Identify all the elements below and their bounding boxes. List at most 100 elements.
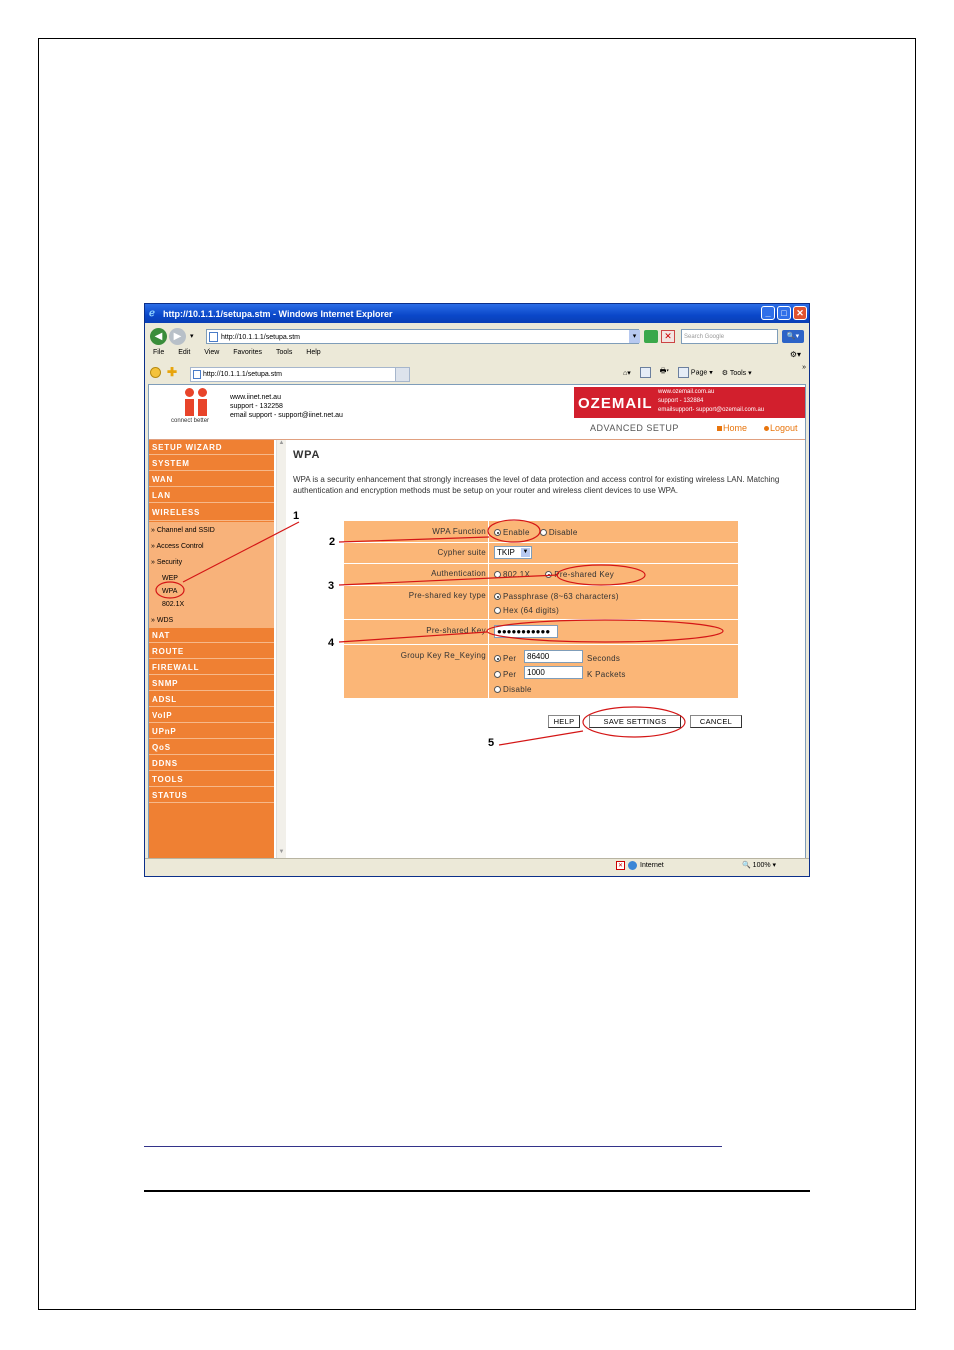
- zoom-control[interactable]: 🔍 100% ▾: [742, 861, 776, 869]
- search-input[interactable]: Search Google: [681, 329, 778, 344]
- footer-rule: [144, 1190, 810, 1192]
- menu-file[interactable]: File: [153, 349, 164, 356]
- menu-view[interactable]: View: [204, 349, 219, 356]
- add-favorite-icon[interactable]: ✚: [167, 365, 177, 379]
- browser-tab[interactable]: http://10.1.1.1/setupa.stm: [190, 367, 410, 382]
- popup-blocked-icon[interactable]: ✕: [616, 861, 625, 870]
- row-psk-type: Pre-shared key type Passphrase (8~63 cha…: [344, 586, 738, 620]
- history-dropdown-icon[interactable]: ▾: [190, 332, 194, 340]
- annotation-number-3: 3: [328, 580, 335, 592]
- menu-edit[interactable]: Edit: [178, 349, 190, 356]
- sidebar-item-firewall[interactable]: FIREWALL: [149, 660, 274, 675]
- home-bullet-icon: [717, 426, 722, 432]
- sidebar-item-system[interactable]: SYSTEM: [149, 456, 274, 471]
- wpa-enable-radio[interactable]: Enable: [494, 528, 530, 537]
- maximize-button[interactable]: □: [777, 306, 791, 320]
- sidebar-item-snmp[interactable]: SNMP: [149, 676, 274, 691]
- psk-hex-label: Hex (64 digits): [503, 606, 560, 615]
- sidebar-item-tools[interactable]: TOOLS: [149, 772, 274, 787]
- page-menu[interactable]: Page ▾: [677, 367, 713, 378]
- psk-passphrase-radio[interactable]: Passphrase (8~63 characters): [494, 592, 619, 601]
- menu-tools[interactable]: Tools: [276, 349, 292, 356]
- psk-hex-radio[interactable]: Hex (64 digits): [494, 606, 559, 615]
- browser-window: ℯ http://10.1.1.1/setupa.stm - Windows I…: [144, 303, 810, 877]
- refresh-icon[interactable]: [644, 330, 658, 343]
- rekey-seconds-input[interactable]: 86400: [524, 650, 583, 663]
- back-button[interactable]: ◀: [150, 328, 167, 345]
- tab-label: http://10.1.1.1/setupa.stm: [203, 371, 282, 378]
- submenu-wpa[interactable]: WPA: [162, 588, 177, 595]
- page-menu-icon: [677, 367, 689, 378]
- cancel-button[interactable]: CANCEL: [690, 715, 742, 728]
- contact-web: www.iinet.net.au: [230, 394, 281, 401]
- scroll-up-icon[interactable]: ▲: [277, 440, 286, 449]
- group-rekey-label: Group Key Re_Keying: [400, 651, 486, 660]
- submenu-access-control[interactable]: » Access Control: [151, 543, 204, 550]
- rekey-seconds-radio[interactable]: Per: [494, 654, 516, 663]
- iinet-contact: www.iinet.net.au support - 132258 email …: [230, 393, 343, 420]
- forward-button[interactable]: ▶: [169, 328, 186, 345]
- logout-link[interactable]: Logout: [764, 423, 798, 433]
- row-psk: Pre-shared Key ●●●●●●●●●●●: [344, 620, 738, 645]
- zoom-level: 100%: [752, 862, 771, 869]
- auth-psk-radio[interactable]: Pre-shared Key: [545, 570, 614, 579]
- sidebar-item-setup-wizard[interactable]: SETUP WIZARD: [149, 440, 274, 455]
- cypher-suite-select[interactable]: TKIP ▼: [494, 546, 532, 559]
- toolbar-options-icon[interactable]: ⚙▾: [790, 350, 801, 359]
- stop-icon[interactable]: ✕: [661, 330, 675, 343]
- wireless-submenu: » Channel and SSID » Access Control » Se…: [149, 522, 274, 628]
- radio-unchecked-icon: [494, 686, 501, 694]
- new-tab-button[interactable]: [395, 367, 410, 382]
- sidebar-item-wan[interactable]: WAN: [149, 472, 274, 487]
- rekey-packets-radio[interactable]: Per: [494, 670, 516, 679]
- oz-web: www.ozemail.com.au: [658, 389, 715, 395]
- ozemail-info: www.ozemail.com.au support - 132884 emai…: [658, 388, 764, 415]
- rekey-packets-input[interactable]: 1000: [524, 666, 583, 679]
- ie-icon: ℯ: [149, 307, 155, 319]
- submenu-wds[interactable]: » WDS: [151, 617, 173, 624]
- search-button[interactable]: 🔍▾: [782, 330, 804, 343]
- sidebar-scrollbar[interactable]: ▲ ▼: [276, 440, 286, 858]
- feeds-icon[interactable]: [639, 367, 651, 378]
- title-bar: ℯ http://10.1.1.1/setupa.stm - Windows I…: [145, 304, 809, 323]
- submenu-wep[interactable]: WEP: [162, 575, 178, 582]
- scroll-down-icon[interactable]: ▼: [277, 849, 286, 858]
- address-dropdown-icon[interactable]: ▾: [629, 330, 640, 343]
- help-button[interactable]: HELP: [548, 715, 580, 728]
- submenu-security[interactable]: » Security: [151, 559, 182, 566]
- rekey-disable-radio[interactable]: Disable: [494, 685, 532, 694]
- sidebar-item-ddns[interactable]: DDNS: [149, 756, 274, 771]
- radio-unchecked-icon: [494, 607, 501, 615]
- tools-menu[interactable]: ⚙ Tools ▾: [722, 369, 752, 377]
- psk-input[interactable]: ●●●●●●●●●●●: [494, 625, 558, 638]
- window-title: http://10.1.1.1/setupa.stm - Windows Int…: [163, 308, 393, 319]
- submenu-channel-ssid[interactable]: » Channel and SSID: [151, 527, 215, 534]
- print-icon[interactable]: 🖶▾: [660, 367, 669, 378]
- auth-8021x-radio[interactable]: 802.1X: [494, 570, 530, 579]
- close-button[interactable]: ✕: [793, 306, 807, 320]
- sidebar-item-wireless[interactable]: WIRELESS: [149, 504, 274, 521]
- wpa-disable-radio[interactable]: Disable: [539, 528, 578, 537]
- menu-help[interactable]: Help: [306, 349, 320, 356]
- tab-page-icon: [193, 370, 201, 379]
- oz-phone: support - 132884: [658, 398, 704, 404]
- sidebar-item-status[interactable]: STATUS: [149, 788, 274, 803]
- address-bar[interactable]: http://10.1.1.1/setupa.stm: [206, 329, 639, 344]
- sidebar-item-adsl[interactable]: ADSL: [149, 692, 274, 707]
- home-icon[interactable]: ⌂▾: [623, 369, 631, 377]
- sidebar-item-qos[interactable]: QoS: [149, 740, 274, 755]
- radio-unchecked-icon: [494, 671, 501, 679]
- annotation-number-2: 2: [329, 536, 336, 548]
- sidebar-item-nat[interactable]: NAT: [149, 628, 274, 643]
- submenu-8021x[interactable]: 802.1X: [162, 601, 184, 608]
- contact-phone: support - 132258: [230, 403, 283, 410]
- home-link[interactable]: Home: [717, 423, 747, 433]
- chevron-icon[interactable]: »: [802, 364, 806, 371]
- sidebar-item-lan[interactable]: LAN: [149, 488, 274, 503]
- sidebar-item-route[interactable]: ROUTE: [149, 644, 274, 659]
- logout-bullet-icon: [764, 426, 769, 432]
- save-settings-button[interactable]: SAVE SETTINGS: [589, 715, 681, 728]
- minimize-button[interactable]: _: [761, 306, 775, 320]
- menu-favorites[interactable]: Favorites: [233, 349, 262, 356]
- favorites-star-icon[interactable]: [150, 367, 161, 378]
